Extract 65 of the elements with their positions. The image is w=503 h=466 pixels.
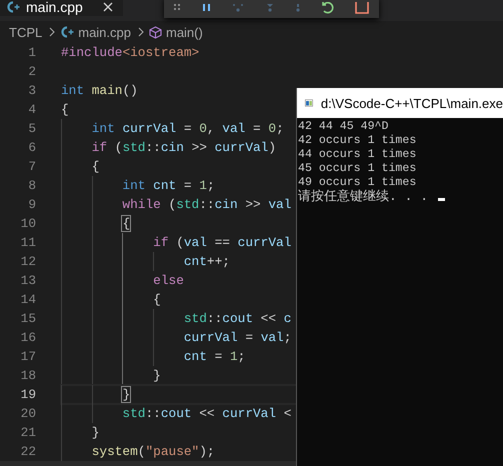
line-number: 5 xyxy=(27,121,36,136)
code-line: std::cout << c xyxy=(182,311,292,326)
text-cursor xyxy=(438,198,445,201)
console-output-line: 42 44 45 49^D xyxy=(298,120,388,134)
console-output-line: 49 occurs 1 times xyxy=(298,176,416,189)
grip-icon[interactable] xyxy=(174,4,182,12)
code-line: else xyxy=(152,273,184,288)
code-line: std::cout << currVal < xyxy=(121,406,292,421)
code-line: { xyxy=(121,216,130,231)
code-line: if (std::cin >> currVal) xyxy=(90,140,276,155)
line-number: 13 xyxy=(20,273,36,288)
code-line: } xyxy=(152,368,161,383)
code-line: while (std::cin >> val xyxy=(121,197,292,212)
breadcrumb-item[interactable]: TCPL xyxy=(9,24,42,40)
code-line: int main() xyxy=(61,83,138,98)
line-number: 6 xyxy=(27,140,36,155)
line-number: 22 xyxy=(20,444,36,459)
line-number: 10 xyxy=(20,216,36,231)
code-line: cnt++; xyxy=(182,254,230,269)
console-output-line: 42 occurs 1 times xyxy=(298,134,416,148)
line-number: 21 xyxy=(20,425,36,440)
code-line: #include<iostream> xyxy=(61,45,200,60)
code-line: cnt = 1; xyxy=(182,349,246,364)
line-number: 7 xyxy=(27,159,36,174)
line-number: 1 xyxy=(27,45,36,60)
close-icon[interactable] xyxy=(102,2,113,12)
code-line: { xyxy=(90,159,100,174)
code-line: int currVal = 0, val = 0; xyxy=(90,121,284,136)
line-number: 12 xyxy=(20,254,36,269)
cpp-file-icon xyxy=(6,0,20,12)
cube-icon xyxy=(148,26,162,38)
code-line: } xyxy=(90,425,100,440)
pause-icon[interactable] xyxy=(202,4,212,12)
line-number: 20 xyxy=(20,406,36,421)
code-line: int cnt = 1; xyxy=(121,178,215,193)
code-line: { xyxy=(152,292,161,307)
console-output-line: 请按任意键继续. . . xyxy=(298,190,428,204)
line-number: 11 xyxy=(20,235,36,250)
breadcrumb-item[interactable]: main() xyxy=(166,24,203,40)
line-number: 19 xyxy=(20,387,36,402)
code-line: if (val == currVal xyxy=(152,235,292,250)
line-number: 4 xyxy=(27,102,36,117)
line-number: 9 xyxy=(27,197,36,212)
line-number: 14 xyxy=(20,292,36,307)
restart-icon[interactable] xyxy=(320,2,335,14)
cpp-file-icon xyxy=(60,26,74,38)
console-output-line: 44 occurs 1 times xyxy=(298,148,416,162)
chevron-icon xyxy=(136,27,145,37)
line-number: 8 xyxy=(27,178,36,193)
code-line: currVal = val; xyxy=(182,330,292,345)
line-number: 15 xyxy=(20,311,36,326)
line-number: 16 xyxy=(20,330,36,345)
line-number: 2 xyxy=(27,64,36,79)
stop-icon[interactable] xyxy=(354,2,369,14)
line-number: 3 xyxy=(27,83,36,98)
code-line: { xyxy=(61,102,69,117)
chevron-icon xyxy=(48,27,56,37)
code-line: } xyxy=(121,387,130,402)
breadcrumb-item[interactable]: main.cpp xyxy=(78,24,131,40)
editor-tab[interactable]: main.cpp xyxy=(0,0,123,16)
console-output-line: 45 occurs 1 times xyxy=(298,162,416,176)
line-number: 17 xyxy=(20,349,36,364)
code-line: system("pause"); xyxy=(90,444,215,459)
window-title: d:\VScode-C++\TCPL\main.exe xyxy=(320,96,503,110)
line-number: 18 xyxy=(20,368,36,383)
